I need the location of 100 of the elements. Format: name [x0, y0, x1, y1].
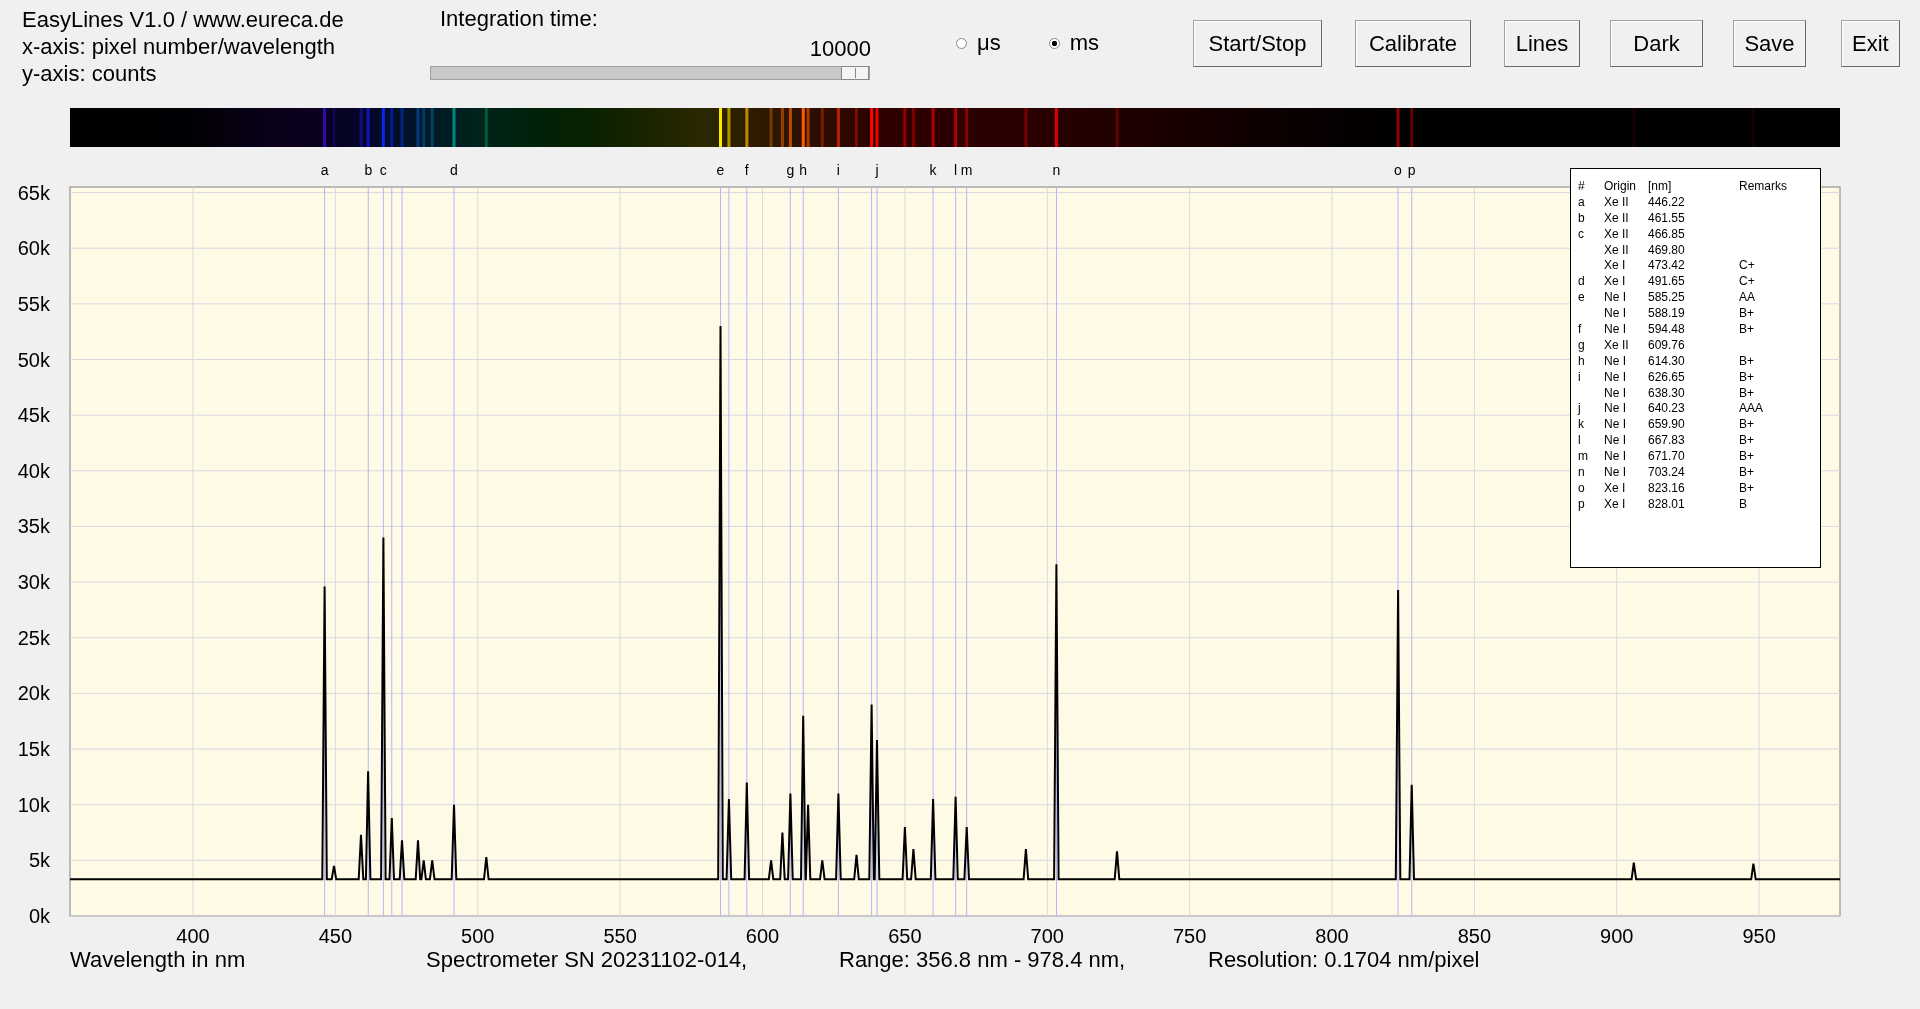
line-marker-label: i: [836, 162, 840, 178]
legend-cell-text: h: [1578, 353, 1586, 370]
line-marker-label: j: [875, 162, 879, 178]
toolbar-button[interactable]: Calibrate: [1355, 20, 1471, 67]
legend-cell-text: n: [1578, 465, 1586, 481]
x-tick-label: 750: [1172, 925, 1207, 947]
radio-label[interactable]: ms: [1069, 30, 1099, 56]
legend-header: Origin: [1604, 179, 1637, 195]
y-tick-label: 55k: [17, 292, 50, 315]
legend-header: [nm]: [1648, 179, 1673, 195]
legend-cell-text: i: [1578, 369, 1582, 386]
legend-cell-text: Xe II: [1604, 194, 1630, 211]
line-marker-label: m: [960, 162, 973, 178]
legend-cell-text: B+: [1739, 465, 1755, 481]
legend-cell-text: p: [1578, 496, 1586, 513]
toolbar-button[interactable]: Save: [1733, 20, 1806, 67]
integration-label: Integration time:: [440, 6, 598, 32]
legend-cell-text: Ne I: [1604, 449, 1627, 466]
legend-cell-text: 469.80: [1648, 242, 1686, 259]
legend-cell-text: 585.25: [1648, 290, 1686, 307]
legend-cell-text: C+: [1739, 274, 1756, 291]
legend-cell-text: 614.30: [1648, 353, 1686, 370]
x-tick-label: 850: [1457, 925, 1492, 947]
x-tick-label: 500: [461, 925, 495, 947]
y-tick-label: 5k: [28, 849, 50, 872]
legend-cell-text: AAA: [1739, 401, 1764, 418]
toolbar-button[interactable]: Lines: [1504, 20, 1580, 67]
toolbar-button[interactable]: Exit: [1841, 20, 1900, 67]
radio-label[interactable]: μs: [977, 30, 1001, 56]
legend-cell-text: c: [1578, 226, 1585, 243]
x-axis-label: Wavelength in nm: [70, 947, 246, 972]
line-marker-label: n: [1052, 162, 1061, 178]
line-marker-label: k: [929, 162, 937, 178]
x-tick-label: 450: [318, 925, 353, 947]
x-tick-label: 800: [1315, 925, 1349, 947]
legend-cell-text: Xe II: [1604, 226, 1630, 243]
info-text: y-axis: counts: [22, 60, 158, 87]
status-text: Spectrometer SN 20231102-014,: [426, 947, 748, 972]
toolbar-button[interactable]: Start/Stop: [1193, 20, 1322, 67]
y-tick-label: 50k: [17, 348, 50, 371]
y-tick-label: 60k: [17, 237, 50, 260]
toolbar-button[interactable]: Dark: [1610, 20, 1703, 67]
y-tick-label: 0k: [28, 905, 50, 927]
line-marker-label: p: [1407, 162, 1416, 178]
legend-cell-text: 609.76: [1648, 337, 1686, 354]
y-tick-label: 35k: [17, 515, 50, 538]
info-text: x-axis: pixel number/wavelength: [22, 33, 337, 60]
legend-cell-text: l: [1578, 433, 1582, 450]
line-marker-label: l: [954, 162, 958, 178]
legend-cell-text: Ne I: [1604, 290, 1627, 307]
legend-cell-text: AA: [1739, 290, 1756, 307]
info-text: EasyLines V1.0 / www.eureca.de: [22, 6, 345, 33]
x-tick-label: 650: [888, 925, 922, 947]
legend-cell-text: C+: [1739, 258, 1756, 275]
legend-cell-text: d: [1578, 274, 1586, 291]
legend-cell-text: o: [1578, 480, 1586, 497]
x-tick-label: 900: [1600, 925, 1634, 947]
legend-cell-text: Xe I: [1604, 258, 1627, 275]
line-marker-label: f: [744, 162, 749, 178]
legend-cell-text: 703.24: [1648, 465, 1686, 481]
legend-header: #: [1578, 179, 1586, 195]
legend-cell-text: B+: [1739, 449, 1755, 466]
legend-cell-text: Xe II: [1604, 242, 1630, 259]
legend-cell-text: Xe II: [1604, 210, 1630, 227]
legend-cell-text: Ne I: [1604, 401, 1627, 418]
legend-cell-text: Xe II: [1604, 337, 1630, 354]
legend-cell-text: B+: [1739, 353, 1755, 370]
legend-cell-text: 594.48: [1648, 322, 1686, 338]
x-tick-label: 700: [1030, 925, 1064, 947]
legend-cell-text: Xe I: [1604, 496, 1627, 513]
radio-button[interactable]: [1048, 37, 1060, 49]
legend-cell-text: B+: [1739, 417, 1755, 434]
status-text: Resolution: 0.1704 nm/pixel: [1208, 947, 1480, 972]
legend-cell-text: Xe I: [1604, 274, 1627, 291]
legend-cell-text: B+: [1739, 322, 1755, 338]
legend-cell-text: B+: [1739, 306, 1755, 322]
legend-cell-text: Ne I: [1604, 417, 1627, 434]
legend-cell-text: a: [1578, 194, 1586, 211]
line-marker-label: d: [450, 162, 458, 178]
radio-button[interactable]: [956, 37, 967, 49]
legend-cell-text: 823.16: [1648, 480, 1686, 497]
integration-value: 10000: [809, 36, 871, 62]
line-marker-label: o: [1394, 162, 1402, 178]
legend-cell-text: f: [1578, 322, 1583, 338]
legend-cell-text: 466.85: [1648, 226, 1686, 243]
line-marker-label: c: [379, 162, 387, 178]
legend-cell-text: Ne I: [1604, 353, 1627, 370]
legend-cell-text: 659.90: [1648, 417, 1686, 434]
y-tick-label: 30k: [17, 571, 50, 594]
legend-cell-text: Ne I: [1604, 322, 1627, 338]
integration-slider[interactable]: [430, 66, 870, 80]
slider-thumb[interactable]: [841, 66, 869, 80]
y-tick-label: 10k: [17, 793, 50, 816]
x-tick-label: 400: [176, 925, 210, 947]
legend-cell-text: b: [1578, 210, 1586, 227]
legend-cell-text: 626.65: [1648, 369, 1686, 386]
x-tick-label: 950: [1742, 925, 1776, 947]
y-tick-label: 15k: [17, 738, 50, 761]
legend-cell-text: 588.19: [1648, 306, 1686, 322]
y-tick-label: 45k: [17, 404, 50, 427]
